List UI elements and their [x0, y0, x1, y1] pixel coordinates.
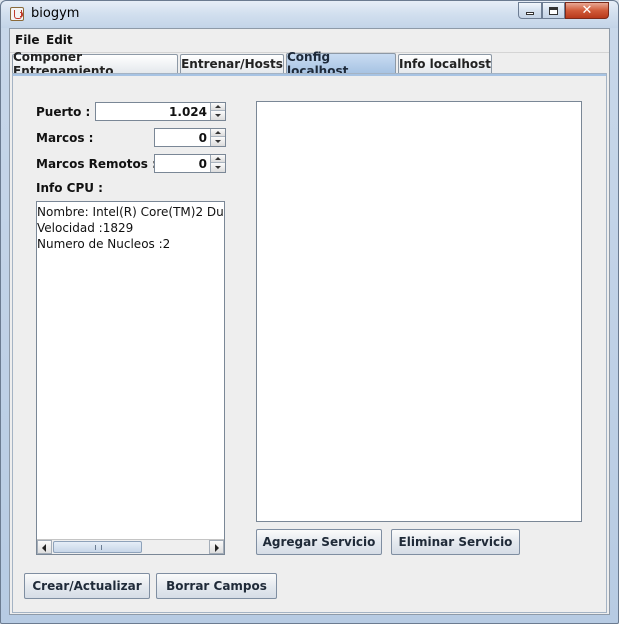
config-localhost-panel: Puerto : 1.024 Marcos : 0 Marcos Remotos… — [12, 73, 607, 613]
cpu-name-line: Nombre: Intel(R) Core(TM)2 Duo C — [37, 205, 225, 219]
puerto-spin-buttons — [210, 103, 225, 120]
grip-icon — [95, 545, 102, 550]
info-cpu-label: Info CPU : — [36, 181, 103, 195]
title-bar[interactable]: biogym ✕ — [1, 1, 618, 28]
borrar-campos-button[interactable]: Borrar Campos — [156, 573, 277, 599]
puerto-increment-button[interactable] — [211, 103, 225, 111]
info-cpu-textarea[interactable]: Nombre: Intel(R) Core(TM)2 Duo C Velocid… — [36, 201, 225, 555]
scroll-left-button[interactable] — [37, 540, 52, 554]
maximize-button[interactable] — [542, 2, 565, 19]
marcos-remotos-increment-button[interactable] — [211, 155, 225, 163]
client-area: File Edit Componer Entrenamiento Entrena… — [9, 28, 610, 615]
marcos-decrement-button[interactable] — [211, 137, 225, 146]
eliminar-servicio-button[interactable]: Eliminar Servicio — [391, 529, 520, 555]
marcos-spinner[interactable]: 0 — [154, 128, 226, 147]
tab-componer-entrenamiento[interactable]: Componer Entrenamiento — [12, 50, 178, 78]
menu-edit[interactable]: Edit — [46, 33, 73, 47]
maximize-icon — [549, 6, 558, 15]
tab-info-localhost[interactable]: Info localhost — [398, 54, 492, 73]
marcos-remotos-value: 0 — [198, 157, 207, 171]
marcos-remotos-label: Marcos Remotos : — [36, 157, 157, 171]
arrow-down-icon — [215, 114, 221, 117]
close-button[interactable]: ✕ — [565, 2, 609, 19]
cpu-speed-line: Velocidad :1829 — [37, 221, 134, 235]
puerto-spinner[interactable]: 1.024 — [95, 102, 226, 121]
tab-entrenar-hosts[interactable]: Entrenar/Hosts — [180, 54, 284, 73]
close-icon: ✕ — [581, 3, 593, 18]
marcos-remotos-spinner[interactable]: 0 — [154, 154, 226, 173]
menu-file[interactable]: File — [15, 33, 40, 47]
cpu-cores-line: Numero de Nucleos :2 — [37, 237, 171, 251]
tab-config-localhost[interactable]: Config localhost — [286, 50, 396, 78]
puerto-label: Puerto : — [36, 105, 91, 119]
crear-actualizar-button[interactable]: Crear/Actualizar — [24, 573, 150, 599]
agregar-servicio-button[interactable]: Agregar Servicio — [256, 529, 382, 555]
java-cup-icon — [10, 7, 24, 21]
puerto-decrement-button[interactable] — [211, 111, 225, 120]
app-window: biogym ✕ File Edit Componer Entrenamient… — [0, 0, 619, 624]
arrow-down-icon — [215, 140, 221, 143]
arrow-left-icon — [42, 544, 46, 552]
minimize-button[interactable] — [518, 2, 542, 19]
arrow-up-icon — [215, 131, 221, 134]
arrow-up-icon — [215, 157, 221, 160]
marcos-increment-button[interactable] — [211, 129, 225, 137]
minimize-icon — [526, 12, 534, 15]
marcos-spin-buttons — [210, 129, 225, 146]
scroll-right-button[interactable] — [209, 540, 224, 554]
marcos-value: 0 — [198, 131, 207, 145]
puerto-value: 1.024 — [169, 105, 207, 119]
arrow-right-icon — [215, 544, 219, 552]
horizontal-scrollbar[interactable] — [37, 539, 224, 554]
marcos-label: Marcos : — [36, 131, 94, 145]
arrow-down-icon — [215, 166, 221, 169]
services-list[interactable] — [256, 101, 582, 522]
marcos-remotos-spin-buttons — [210, 155, 225, 172]
window-title: biogym — [31, 6, 80, 21]
marcos-remotos-decrement-button[interactable] — [211, 163, 225, 172]
scroll-thumb[interactable] — [53, 541, 142, 553]
arrow-up-icon — [215, 105, 221, 108]
